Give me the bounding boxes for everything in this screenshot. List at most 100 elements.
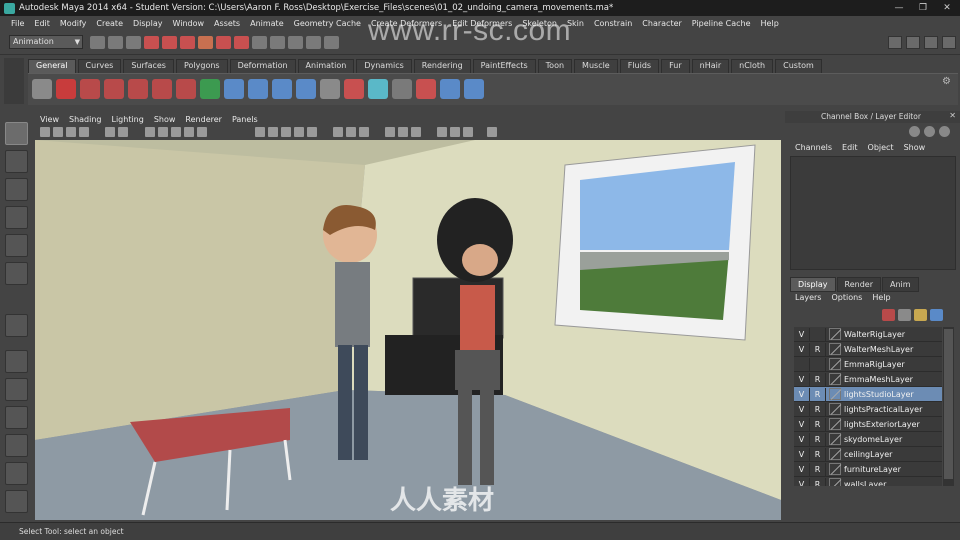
visibility-toggle[interactable]: V: [794, 417, 810, 431]
layer-row[interactable]: V RceilingLayer: [794, 447, 942, 462]
shelf-tab-polygons[interactable]: Polygons: [175, 59, 228, 73]
shelf-tab-custom[interactable]: Custom: [775, 59, 822, 73]
menu-display[interactable]: Display: [128, 19, 168, 28]
shelf-tab-muscle[interactable]: Muscle: [574, 59, 618, 73]
visibility-toggle[interactable]: V: [794, 387, 810, 401]
shelf-tab-dynamics[interactable]: Dynamics: [356, 59, 412, 73]
shelf-tab-fur[interactable]: Fur: [661, 59, 690, 73]
bind-icon[interactable]: [296, 79, 316, 99]
menu-character[interactable]: Character: [637, 19, 687, 28]
le-menu-options[interactable]: Options: [826, 293, 867, 302]
open-icon[interactable]: [108, 36, 123, 49]
new-layer-selected-icon[interactable]: [930, 309, 943, 321]
grid-icon[interactable]: [105, 127, 115, 137]
soft-body-icon[interactable]: [128, 79, 148, 99]
layer-row[interactable]: V RlightsExteriorLayer: [794, 417, 942, 432]
display-type-toggle[interactable]: R: [810, 447, 826, 461]
channel-box-toggle-icon[interactable]: [924, 36, 938, 49]
panel-menu-renderer[interactable]: Renderer: [180, 115, 227, 124]
perspective-viewport[interactable]: 人人素材: [35, 140, 781, 520]
le-menu-help[interactable]: Help: [867, 293, 895, 302]
layer-color-swatch[interactable]: [829, 433, 841, 445]
four-pane-layout-icon[interactable]: [5, 378, 28, 401]
render-settings-icon[interactable]: [324, 36, 339, 49]
minimize-button[interactable]: —: [890, 2, 908, 14]
display-type-toggle[interactable]: R: [810, 402, 826, 416]
menu-geometry-cache[interactable]: Geometry Cache: [289, 19, 366, 28]
motion-blur-icon[interactable]: [385, 127, 395, 137]
lasso-tool-icon[interactable]: [5, 150, 28, 173]
help-question-icon[interactable]: [56, 79, 76, 99]
hypershade-icon[interactable]: [392, 79, 412, 99]
display-type-toggle[interactable]: R: [810, 477, 826, 486]
gear-icon[interactable]: ⚙: [942, 76, 954, 88]
rigid-body-icon[interactable]: [152, 79, 172, 99]
render-view-icon[interactable]: [368, 79, 388, 99]
snap-curve-icon[interactable]: [234, 36, 249, 49]
visibility-toggle[interactable]: V: [794, 402, 810, 416]
display-type-toggle[interactable]: R: [810, 342, 826, 356]
cb-menu-channels[interactable]: Channels: [790, 143, 837, 152]
wireframe-on-shaded-icon[interactable]: [171, 127, 181, 137]
visibility-toggle[interactable]: V: [794, 447, 810, 461]
ipr-icon[interactable]: [306, 36, 321, 49]
unsnap-icon[interactable]: [450, 127, 460, 137]
list-icon[interactable]: [320, 79, 340, 99]
cb-menu-edit[interactable]: Edit: [837, 143, 863, 152]
display-type-toggle[interactable]: R: [810, 387, 826, 401]
save-icon[interactable]: [126, 36, 141, 49]
anti-alias-icon[interactable]: [398, 127, 408, 137]
close-icon[interactable]: ✕: [949, 111, 956, 120]
close-button[interactable]: ✕: [938, 2, 956, 14]
menu-assets[interactable]: Assets: [209, 19, 245, 28]
shelf-tab-deformation[interactable]: Deformation: [229, 59, 296, 73]
layer-row[interactable]: V R EmmaMeshLayer: [794, 372, 942, 387]
visibility-toggle[interactable]: V: [794, 432, 810, 446]
lattice-icon[interactable]: [440, 79, 460, 99]
paint-select-tool-icon[interactable]: [5, 178, 28, 201]
mask-icon[interactable]: [198, 36, 213, 49]
layer-color-swatch[interactable]: [829, 403, 841, 415]
cb-menu-object[interactable]: Object: [863, 143, 899, 152]
display-type-toggle[interactable]: [810, 357, 826, 371]
shelf-menu-handle[interactable]: [4, 58, 24, 104]
layer-row[interactable]: V RlightsPracticalLayer: [794, 402, 942, 417]
visibility-toggle[interactable]: V: [794, 372, 810, 386]
image-plane-icon[interactable]: [79, 127, 89, 137]
wireframe-icon[interactable]: [145, 127, 155, 137]
move-down-icon[interactable]: [898, 309, 911, 321]
visibility-toggle[interactable]: [794, 357, 810, 371]
joint-icon[interactable]: [224, 79, 244, 99]
xray-icon[interactable]: [255, 127, 265, 137]
paint-icon[interactable]: [200, 79, 220, 99]
persp-outliner-layout-icon[interactable]: [5, 406, 28, 429]
persp-hypershade-layout-icon[interactable]: [5, 462, 28, 485]
visibility-toggle[interactable]: V: [794, 342, 810, 356]
textured-icon[interactable]: [184, 127, 194, 137]
layer-row[interactable]: V R WalterMeshLayer: [794, 342, 942, 357]
channel-box-attributes[interactable]: [790, 156, 956, 270]
single-pane-layout-icon[interactable]: [5, 350, 28, 373]
tab-anim[interactable]: Anim: [881, 277, 919, 292]
display-type-toggle[interactable]: R: [810, 432, 826, 446]
layer-color-swatch[interactable]: [829, 328, 841, 340]
display-type-toggle[interactable]: R: [810, 372, 826, 386]
persp-graph-layout-icon[interactable]: [5, 434, 28, 457]
xray-joints-icon[interactable]: [268, 127, 278, 137]
display-type-toggle[interactable]: [810, 327, 826, 341]
menu-modify[interactable]: Modify: [55, 19, 92, 28]
tab-render[interactable]: Render: [836, 277, 881, 292]
particles-icon[interactable]: [104, 79, 124, 99]
hud-icon[interactable]: [346, 127, 356, 137]
panel-menu-lighting[interactable]: Lighting: [106, 115, 148, 124]
display-type-toggle[interactable]: R: [810, 462, 826, 476]
tools-icon[interactable]: [344, 79, 364, 99]
skin-icon[interactable]: [272, 79, 292, 99]
attribute-editor-toggle-icon[interactable]: [888, 36, 902, 49]
menu-edit[interactable]: Edit: [29, 19, 55, 28]
visibility-toggle[interactable]: V: [794, 327, 810, 341]
deform-icon[interactable]: [176, 79, 196, 99]
layer-row[interactable]: V RfurnitureLayer: [794, 462, 942, 477]
snap-point-icon[interactable]: [252, 36, 267, 49]
visibility-toggle[interactable]: V: [794, 477, 810, 486]
